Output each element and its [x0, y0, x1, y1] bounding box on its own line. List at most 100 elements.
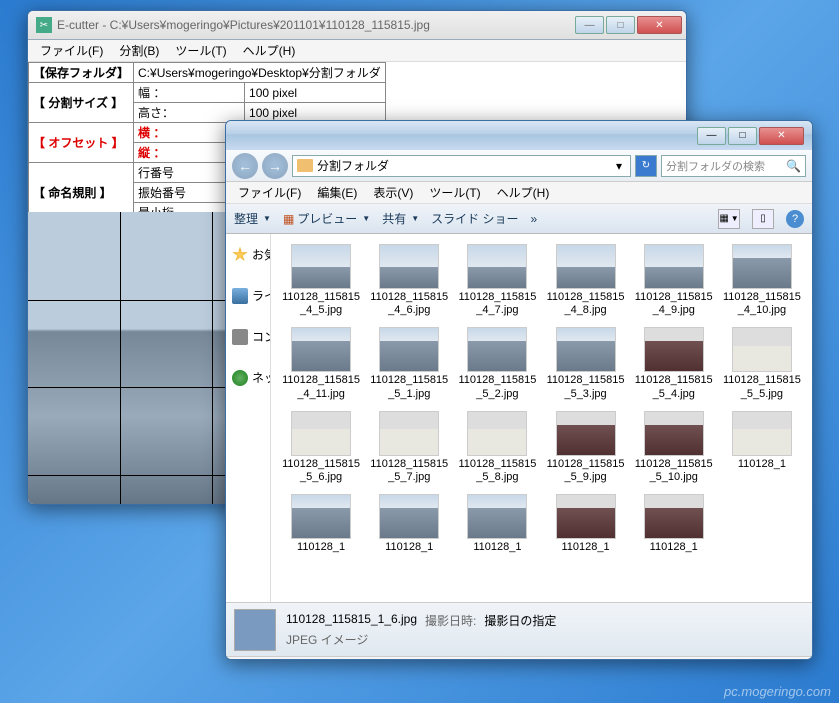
file-name: 110128_115815_4_6.jpg — [370, 291, 448, 317]
file-item[interactable]: 110128_115815_4_9.jpg — [632, 242, 716, 319]
address-bar[interactable]: 分割フォルダ ▾ — [292, 155, 631, 177]
thumbnail — [644, 327, 704, 372]
nav-bar: ← → 分割フォルダ ▾ ↻ 分割フォルダの検索 🔍 — [226, 150, 812, 182]
chevron-down-icon: ▼ — [263, 214, 271, 223]
refresh-button[interactable]: ↻ — [635, 155, 657, 177]
sidebar-libraries[interactable]: ライ — [226, 283, 270, 308]
file-item[interactable]: 110128_115815_5_1.jpg — [367, 325, 451, 402]
thumbnail — [556, 244, 616, 289]
file-name: 110128_1 — [297, 541, 345, 554]
menu-edit[interactable]: 編集(E) — [309, 182, 365, 203]
explorer-titlebar[interactable]: — □ ✕ — [226, 121, 812, 150]
ecutter-titlebar[interactable]: ✂ E-cutter - C:¥Users¥mogeringo¥Pictures… — [28, 11, 686, 40]
file-item[interactable]: 110128_115815_4_6.jpg — [367, 242, 451, 319]
breadcrumb[interactable]: 分割フォルダ — [317, 157, 389, 174]
file-item[interactable]: 110128_115815_4_7.jpg — [455, 242, 539, 319]
library-icon — [232, 288, 248, 304]
maximize-button[interactable]: □ — [728, 127, 757, 145]
sidebar-computer[interactable]: コン — [226, 324, 270, 349]
back-button[interactable]: ← — [232, 153, 258, 179]
file-name: 110128_1 — [385, 541, 433, 554]
file-name: 110128_115815_4_9.jpg — [635, 291, 713, 317]
file-item[interactable]: 110128_1 — [543, 492, 627, 556]
thumbnail — [291, 327, 351, 372]
explorer-window: — □ ✕ ← → 分割フォルダ ▾ ↻ 分割フォルダの検索 🔍 ファイル(F)… — [225, 120, 813, 660]
forward-button[interactable]: → — [262, 153, 288, 179]
file-item[interactable]: 110128_115815_4_5.jpg — [279, 242, 363, 319]
file-name: 110128_1 — [473, 541, 521, 554]
file-item[interactable]: 110128_115815_4_10.jpg — [720, 242, 804, 319]
file-item[interactable]: 110128_115815_5_7.jpg — [367, 409, 451, 486]
save-folder-label: 【保存フォルダ】 — [29, 63, 134, 83]
menu-file[interactable]: ファイル(F) — [32, 40, 111, 61]
file-item[interactable]: 110128_115815_5_8.jpg — [455, 409, 539, 486]
network-icon — [232, 370, 248, 386]
file-name: 110128_115815_5_5.jpg — [723, 374, 801, 400]
file-item[interactable]: 110128_1 — [367, 492, 451, 556]
ecutter-title: E-cutter - C:¥Users¥mogeringo¥Pictures¥2… — [57, 18, 575, 32]
details-thumbnail — [234, 609, 276, 651]
arrow-right-icon: → — [268, 158, 282, 174]
file-item[interactable]: 110128_1 — [279, 492, 363, 556]
slideshow-button[interactable]: スライド ショー — [431, 210, 518, 227]
file-item[interactable]: 110128_115815_5_3.jpg — [543, 325, 627, 402]
sidebar: お気 ライ コン ネッ — [226, 234, 271, 602]
file-name: 110128_115815_5_8.jpg — [458, 458, 536, 484]
thumbnail — [379, 327, 439, 372]
menu-file[interactable]: ファイル(F) — [230, 182, 309, 203]
file-name: 110128_115815_5_3.jpg — [547, 374, 625, 400]
file-item[interactable]: 110128_115815_5_10.jpg — [632, 409, 716, 486]
file-item[interactable]: 110128_1 — [455, 492, 539, 556]
file-grid[interactable]: 110128_115815_4_5.jpg 110128_115815_4_6.j… — [271, 234, 812, 602]
breadcrumb-dropdown[interactable]: ▾ — [612, 159, 626, 173]
more-button[interactable]: » — [531, 212, 538, 226]
file-item[interactable]: 110128_115815_5_9.jpg — [543, 409, 627, 486]
menu-tool[interactable]: ツール(T) — [421, 182, 488, 203]
view-mode-button[interactable]: ▦▼ — [718, 209, 740, 229]
thumbnail — [379, 244, 439, 289]
ecutter-menubar: ファイル(F) 分割(B) ツール(T) ヘルプ(H) — [28, 40, 686, 62]
file-item[interactable]: 110128_115815_5_5.jpg — [720, 325, 804, 402]
file-name: 110128_115815_5_1.jpg — [370, 374, 448, 400]
sidebar-favorites[interactable]: お気 — [226, 242, 270, 267]
status-bar: 1 個選択 — [226, 656, 812, 660]
thumbnail — [644, 244, 704, 289]
close-button[interactable]: ✕ — [759, 127, 804, 145]
preview-button[interactable]: ▦プレビュー▼ — [283, 210, 370, 227]
maximize-button[interactable]: □ — [606, 16, 635, 34]
minimize-button[interactable]: — — [697, 127, 726, 145]
organize-button[interactable]: 整理▼ — [234, 210, 271, 227]
details-date-value[interactable]: 撮影日の指定 — [484, 612, 556, 629]
menu-help[interactable]: ヘルプ(H) — [235, 40, 304, 61]
explorer-body: お気 ライ コン ネッ 110128_115815_4_5.jpg110128_… — [226, 234, 812, 602]
menu-view[interactable]: 表示(V) — [365, 182, 421, 203]
file-item[interactable]: 110128_115815_5_2.jpg — [455, 325, 539, 402]
help-button[interactable]: ? — [786, 210, 804, 228]
search-input[interactable]: 分割フォルダの検索 🔍 — [661, 155, 806, 177]
file-item[interactable]: 110128_115815_4_11.jpg — [279, 325, 363, 402]
menu-tool[interactable]: ツール(T) — [167, 40, 234, 61]
file-item[interactable]: 110128_115815_5_6.jpg — [279, 409, 363, 486]
preview-pane-button[interactable]: ▯ — [752, 209, 774, 229]
file-item[interactable]: 110128_1 — [720, 409, 804, 486]
close-button[interactable]: ✕ — [637, 16, 682, 34]
menu-split[interactable]: 分割(B) — [111, 40, 167, 61]
thumbnail — [379, 411, 439, 456]
thumbnail — [379, 494, 439, 539]
search-placeholder: 分割フォルダの検索 — [666, 158, 765, 174]
file-item[interactable]: 110128_115815_5_4.jpg — [632, 325, 716, 402]
file-name: 110128_115815_4_8.jpg — [547, 291, 625, 317]
width-value[interactable]: 100 pixel — [245, 83, 386, 103]
offset-label: 【 オフセット 】 — [29, 123, 134, 163]
thumbnail — [467, 411, 527, 456]
toolbar: 整理▼ ▦プレビュー▼ 共有▼ スライド ショー » ▦▼ ▯ ? — [226, 204, 812, 234]
file-item[interactable]: 110128_1 — [632, 492, 716, 556]
star-icon — [232, 247, 248, 263]
save-folder-value[interactable]: C:¥Users¥mogeringo¥Desktop¥分割フォルダ — [134, 63, 386, 83]
sidebar-network[interactable]: ネッ — [226, 365, 270, 390]
menu-help[interactable]: ヘルプ(H) — [489, 182, 558, 203]
file-name: 110128_115815_4_7.jpg — [458, 291, 536, 317]
file-item[interactable]: 110128_115815_4_8.jpg — [543, 242, 627, 319]
minimize-button[interactable]: — — [575, 16, 604, 34]
share-button[interactable]: 共有▼ — [382, 210, 419, 227]
